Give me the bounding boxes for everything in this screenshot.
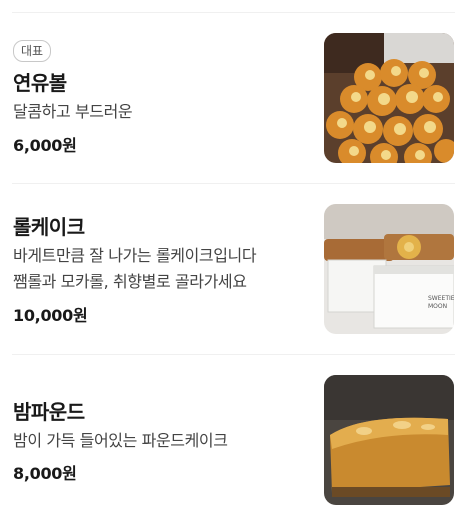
menu-item-name: 연유볼 [13, 71, 67, 95]
signature-badge: 대표 [13, 40, 52, 62]
menu-item-description: 달콤하고 부드러운 [13, 102, 133, 121]
menu-item-yeonyubol[interactable]: 대표 연유볼 달콤하고 부드러운 6,000원 [0, 13, 467, 183]
svg-text:SWEETIE: SWEETIE [428, 295, 454, 302]
menu-item-description: 쨈롤과 모카롤, 취향별로 골라가세요 [13, 272, 247, 291]
menu-item-name: 밤파운드 [13, 400, 85, 424]
menu-item-description: 바게트만큼 잘 나가는 롤케이크입니다 [13, 246, 257, 265]
menu-item-roll-cake[interactable]: 롤케이크 바게트만큼 잘 나가는 롤케이크입니다 쨈롤과 모카롤, 취향별로 골… [0, 184, 467, 354]
buns-photo[interactable] [324, 33, 454, 163]
chestnut-pound-cake-photo[interactable] [324, 375, 454, 505]
menu-item-price: 6,000원 [13, 136, 77, 155]
menu-list: 대표 연유볼 달콤하고 부드러운 6,000원 롤케이크 바게트만큼 잘 나가는… [0, 0, 467, 521]
menu-item-name: 롤케이크 [13, 215, 85, 239]
roll-cake-photo[interactable]: SWEETIE MOON [324, 204, 454, 334]
menu-item-price: 10,000원 [13, 306, 88, 325]
svg-text:MOON: MOON [428, 303, 447, 310]
menu-item-price: 8,000원 [13, 464, 77, 483]
menu-item-chestnut-pound-cake[interactable]: 밤파운드 밤이 가득 들어있는 파운드케이크 8,000원 [0, 355, 467, 521]
menu-item-description: 밤이 가득 들어있는 파운드케이크 [13, 431, 228, 450]
